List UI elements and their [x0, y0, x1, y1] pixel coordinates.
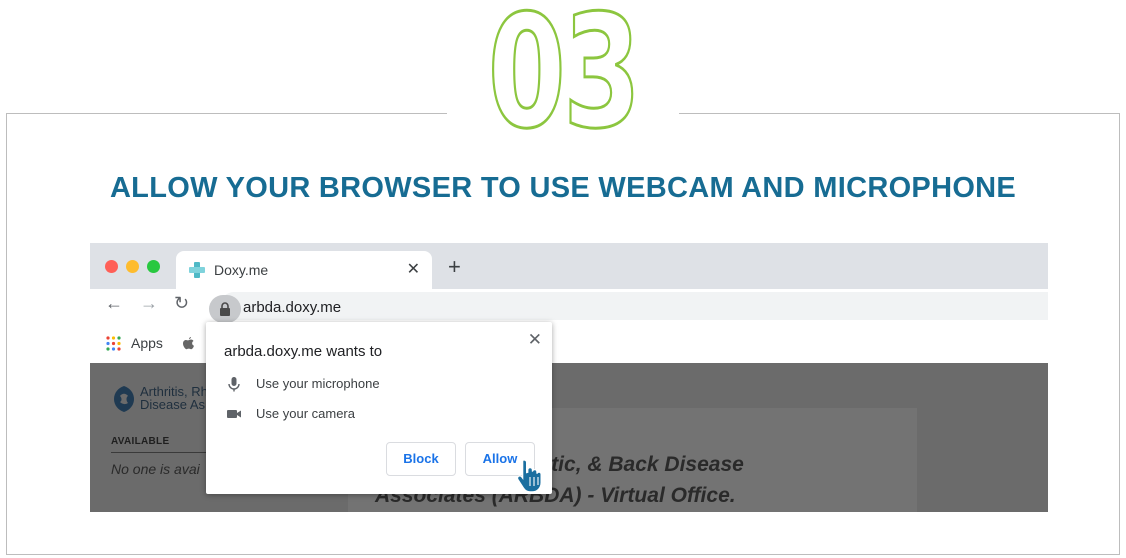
microphone-permission-text: Use your microphone [256, 376, 380, 391]
back-icon[interactable]: ← [105, 294, 123, 312]
forward-icon[interactable]: → [140, 294, 158, 312]
maximize-window-button[interactable] [147, 260, 160, 273]
practice-logo-text: Arthritis, Rh Disease As [140, 385, 208, 411]
available-label: AVAILABLE [111, 436, 170, 447]
apps-bookmark[interactable]: Apps [131, 335, 163, 351]
divider [111, 452, 221, 453]
camera-icon [227, 410, 241, 418]
doxy-favicon-icon [189, 262, 205, 278]
camera-permission-text: Use your camera [256, 406, 355, 421]
close-icon[interactable]: ✕ [407, 259, 420, 279]
tab-title: Doxy.me [214, 262, 269, 278]
hand-cursor-icon [516, 459, 542, 493]
microphone-icon [228, 377, 240, 392]
url-text[interactable]: arbda.doxy.me [243, 299, 341, 316]
permission-popup: arbda.doxy.me wants to ✕ Use your microp… [206, 322, 552, 494]
tab-doxy[interactable]: Doxy.me ✕ [176, 251, 432, 289]
tab-strip: Doxy.me ✕ + [90, 243, 1048, 289]
close-icon[interactable]: ✕ [528, 330, 542, 350]
step-heading: ALLOW YOUR BROWSER TO USE WEBCAM AND MIC… [109, 172, 1017, 204]
plus-icon[interactable]: + [448, 256, 461, 278]
lock-icon [220, 302, 230, 316]
block-button[interactable]: Block [386, 442, 456, 476]
step-number: 03 [487, 0, 643, 163]
close-window-button[interactable] [105, 260, 118, 273]
minimize-window-button[interactable] [126, 260, 139, 273]
reload-icon[interactable]: ↻ [174, 294, 189, 312]
popup-title: arbda.doxy.me wants to [224, 343, 383, 360]
apps-icon[interactable] [106, 336, 121, 351]
logo-line-2: Disease As [140, 397, 206, 412]
arbda-logo-icon [114, 386, 134, 412]
address-bar[interactable] [220, 292, 1048, 320]
no-one-text: No one is avai [111, 461, 200, 477]
apple-icon[interactable] [182, 336, 195, 351]
site-info-button[interactable] [209, 295, 241, 323]
